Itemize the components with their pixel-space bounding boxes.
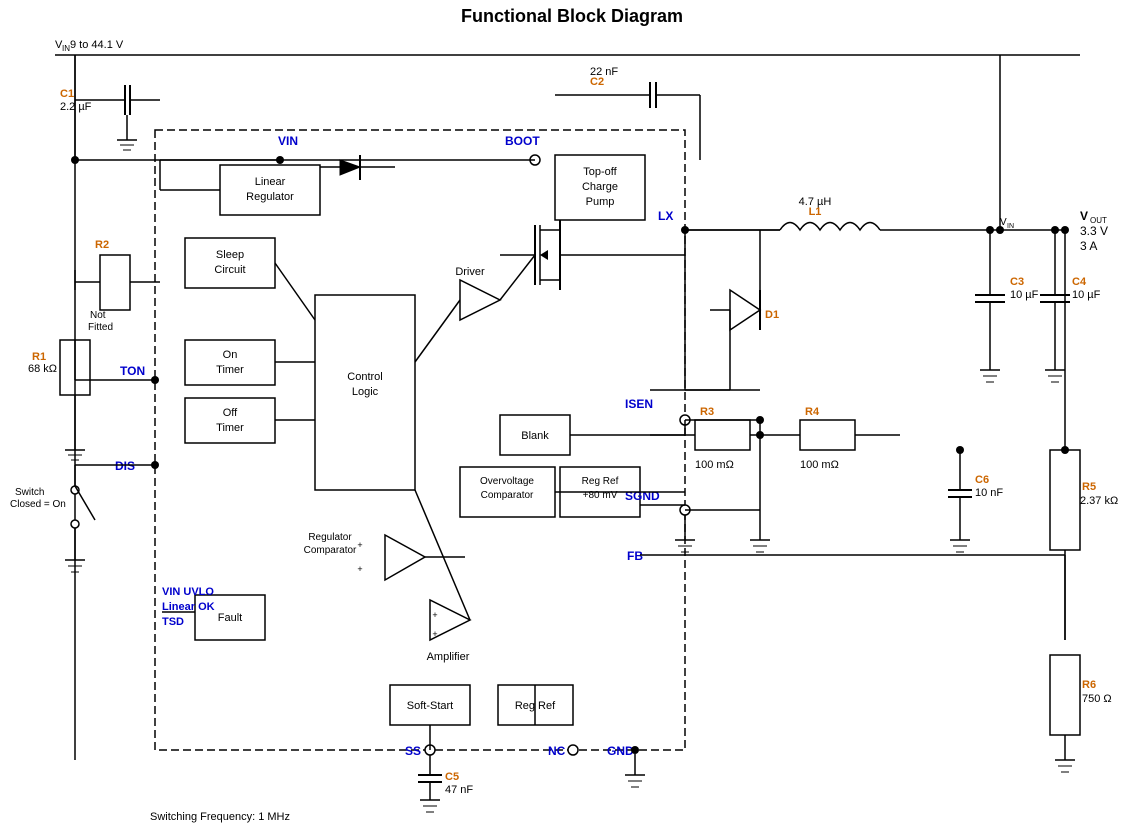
svg-text:9 to 44.1 V: 9 to 44.1 V — [70, 39, 124, 51]
sgnd-pin: SGND — [625, 489, 660, 503]
r1-value: 68 kΩ — [28, 363, 57, 375]
svg-text:Control: Control — [347, 371, 382, 383]
driver-block — [460, 280, 500, 320]
sleep-circuit-block — [185, 238, 275, 288]
gnd-pin: GND — [607, 744, 634, 758]
r6-value: 750 Ω — [1082, 693, 1112, 705]
vout-label: V — [1080, 209, 1088, 223]
c4-value: 10 µF — [1072, 289, 1101, 301]
svg-text:Amplifier: Amplifier — [427, 651, 470, 663]
svg-text:IN: IN — [62, 44, 70, 53]
svg-text:+: + — [357, 540, 362, 550]
d1-label: D1 — [765, 309, 779, 321]
svg-text:+: + — [432, 629, 437, 639]
linear-regulator-block — [220, 165, 320, 215]
svg-text:Linear: Linear — [255, 176, 286, 188]
r6-resistor — [1050, 655, 1080, 735]
r2-label: R2 — [95, 239, 109, 251]
svg-text:IN: IN — [1007, 223, 1014, 230]
c1-value: 2.2 µF — [60, 101, 92, 113]
ic-boundary — [155, 130, 685, 750]
svg-text:Top-off: Top-off — [583, 166, 617, 178]
svg-text:Off: Off — [223, 407, 238, 419]
isen-pin: ISEN — [625, 397, 653, 411]
dis-pin: DIS — [115, 459, 135, 473]
r4-value: 100 mΩ — [800, 459, 839, 471]
svg-text:Logic: Logic — [352, 386, 379, 398]
svg-text:Comparator: Comparator — [304, 545, 357, 556]
svg-text:Closed = On: Closed = On — [10, 499, 66, 510]
svg-text:Timer: Timer — [216, 422, 244, 434]
c3-label: C3 — [1010, 276, 1024, 288]
r1-label: R1 — [32, 351, 46, 363]
svg-text:Fault: Fault — [218, 612, 242, 624]
r5-resistor — [1050, 450, 1080, 550]
r3-value: 100 mΩ — [695, 459, 734, 471]
switching-freq-label: Switching Frequency: 1 MHz — [150, 811, 290, 823]
svg-text:Fitted: Fitted — [88, 322, 113, 333]
ton-pin: TON — [120, 364, 145, 378]
vout-value: 3.3 V — [1080, 224, 1108, 238]
l1-value: 4.7 µH — [799, 196, 832, 208]
boot-pin: BOOT — [505, 134, 540, 148]
svg-text:Overvoltage: Overvoltage — [480, 476, 534, 487]
tsd-label: TSD — [162, 616, 184, 628]
svg-text:Sleep: Sleep — [216, 249, 244, 261]
c6-value: 10 nF — [975, 487, 1003, 499]
r4-resistor — [800, 420, 855, 450]
svg-text:Charge: Charge — [582, 181, 618, 193]
r3-label: R3 — [700, 406, 714, 418]
d1-diode — [730, 290, 760, 330]
svg-text:Pump: Pump — [586, 196, 615, 208]
svg-text:+: + — [432, 610, 437, 620]
vin-uvlo-label: VIN UVLO — [162, 586, 214, 598]
r4-label: R4 — [805, 406, 820, 418]
c6-label: C6 — [975, 474, 989, 486]
switch-label: Switch — [15, 487, 44, 498]
c5-label: C5 — [445, 771, 459, 783]
vout-current: 3 A — [1080, 239, 1097, 253]
svg-text:+: + — [357, 564, 362, 574]
r3-resistor — [695, 420, 750, 450]
c5-value: 47 nF — [445, 784, 473, 796]
off-timer-block — [185, 398, 275, 443]
svg-text:Circuit: Circuit — [214, 264, 245, 276]
fb-pin: FB — [627, 549, 643, 563]
r5-value: 2.37 kΩ — [1080, 495, 1118, 507]
svg-text:Comparator: Comparator — [481, 490, 534, 501]
l1-inductor — [780, 223, 880, 231]
r6-label: R6 — [1082, 679, 1096, 691]
c4-label: C4 — [1072, 276, 1087, 288]
r5-label: R5 — [1082, 481, 1096, 493]
on-timer-block — [185, 340, 275, 385]
c3-value: 10 µF — [1010, 289, 1039, 301]
svg-text:Reg Ref: Reg Ref — [582, 476, 619, 487]
vin-pin: VIN — [278, 134, 298, 148]
c1-label: C1 — [60, 88, 74, 100]
svg-text:Soft-Start: Soft-Start — [407, 700, 453, 712]
nc-pin: NC — [548, 744, 566, 758]
diagram-container: Functional Block Diagram V IN 9 to 44.1 … — [0, 0, 1144, 827]
c2-value: 22 nF — [590, 66, 618, 78]
svg-text:Driver: Driver — [455, 266, 485, 278]
linear-ok-label: Linear OK — [162, 601, 215, 613]
svg-text:Regulator: Regulator — [308, 532, 352, 543]
ss-pin: SS — [405, 744, 421, 758]
svg-text:Blank: Blank — [521, 430, 549, 442]
svg-text:Regulator: Regulator — [246, 191, 294, 203]
diagram-title: Functional Block Diagram — [461, 6, 683, 26]
svg-text:On: On — [223, 349, 238, 361]
lx-pin: LX — [658, 209, 673, 223]
svg-text:Timer: Timer — [216, 364, 244, 376]
reg-comparator — [385, 535, 425, 580]
r2-value: Not — [90, 310, 106, 321]
